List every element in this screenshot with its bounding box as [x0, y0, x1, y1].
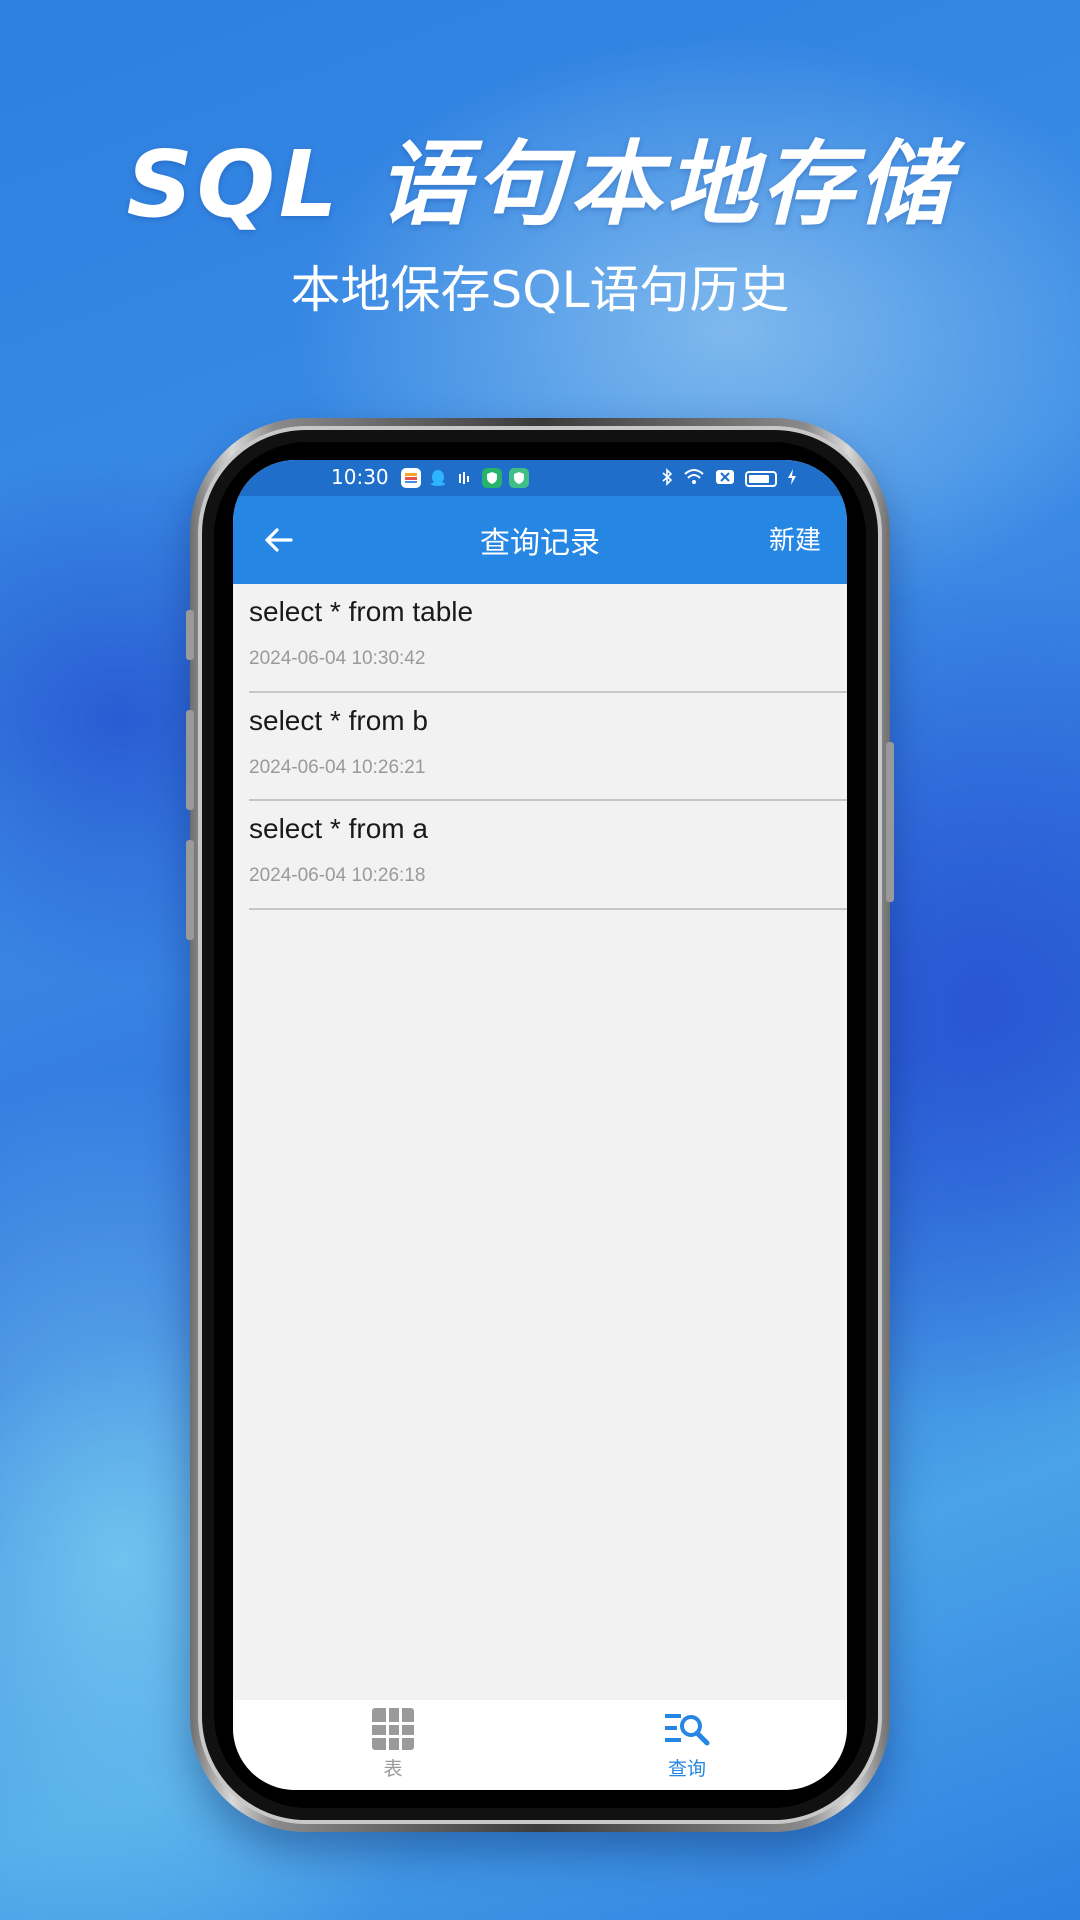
phone-side-button	[186, 610, 194, 660]
tab-query[interactable]: 查询	[607, 1706, 767, 1781]
charging-icon	[787, 468, 797, 490]
query-timestamp: 2024-06-04 10:30:42	[249, 648, 426, 669]
tab-query-label: 查询	[667, 1758, 706, 1780]
query-search-icon	[665, 1714, 710, 1746]
new-query-button[interactable]: 新建	[769, 520, 821, 557]
tab-table[interactable]: 表	[313, 1706, 473, 1781]
notification-icons	[401, 468, 529, 488]
wifi-icon	[683, 468, 705, 490]
phone-side-button	[186, 710, 194, 810]
promo-subline: 本地保存SQL语句历史	[290, 261, 790, 319]
query-timestamp: 2024-06-04 10:26:18	[249, 865, 426, 886]
query-text: select * from a	[249, 813, 428, 844]
bluetooth-icon	[661, 468, 673, 490]
chat-app-icon	[401, 468, 421, 488]
system-icons	[661, 468, 797, 490]
query-text: select * from table	[249, 596, 474, 627]
phone-side-button	[886, 742, 894, 902]
bottom-nav: 表 查询	[233, 1700, 847, 1790]
query-text: select * from b	[249, 704, 428, 736]
shield-icon	[482, 468, 502, 488]
promo-headline: SQL 语句本地存储	[126, 131, 954, 238]
signal-wave-icon	[455, 468, 475, 488]
history-list: select * from table 2024-06-04 10:30:42 …	[233, 584, 847, 910]
sim-off-icon	[715, 468, 735, 490]
query-timestamp: 2024-06-04 10:26:21	[249, 756, 426, 778]
shield-icon	[509, 468, 529, 488]
battery-icon	[745, 471, 777, 487]
table-grid-icon	[372, 1708, 414, 1750]
status-bar: 10:30	[233, 460, 847, 496]
tab-table-label: 表	[383, 1758, 403, 1780]
page-title: 查询记录	[480, 526, 600, 561]
phone-screen: 10:30 查询记录 新建 select * from table 2024-0…	[233, 460, 847, 1790]
phone-side-button	[186, 840, 194, 940]
list-item[interactable]: select * from table 2024-06-04 10:30:42	[249, 584, 847, 693]
list-item[interactable]: select * from a 2024-06-04 10:26:18	[249, 801, 847, 910]
status-time: 10:30	[331, 465, 389, 489]
qq-icon	[428, 468, 448, 488]
list-item[interactable]: select * from b 2024-06-04 10:26:21	[249, 693, 847, 801]
app-bar: 查询记录 新建	[233, 496, 847, 584]
